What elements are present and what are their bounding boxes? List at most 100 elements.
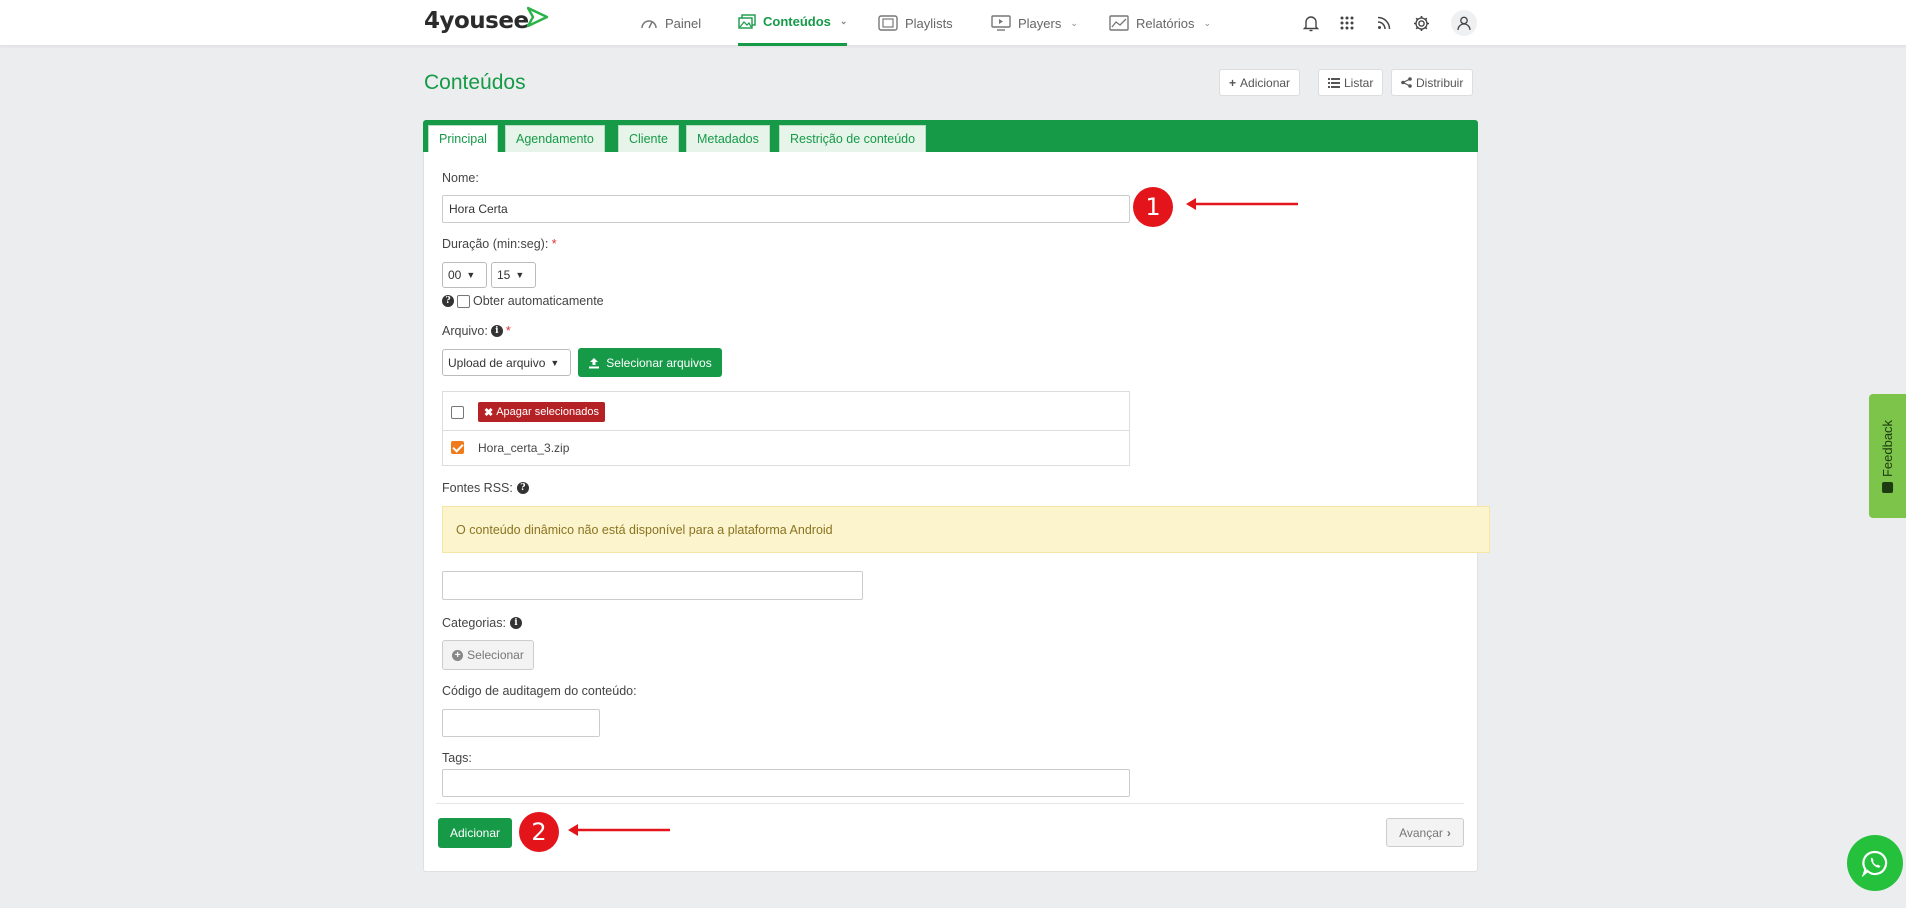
required-mark: * [551, 237, 557, 251]
chevron-down-icon: ▼ [550, 357, 560, 368]
file-name: Hora_certa_3.zip [478, 441, 570, 455]
tab-agendamento[interactable]: Agendamento [505, 125, 605, 152]
delete-selected-label: Apagar selecionados [496, 406, 599, 418]
top-navbar: 4yousee Painel Conteúdos ⌄ Playlists Pla… [0, 0, 1906, 46]
file-label: Arquivo: i * [442, 324, 511, 338]
select-categories-button[interactable]: + Selecionar [442, 640, 534, 670]
annotation-arrow-2 [568, 824, 670, 836]
submit-add-button[interactable]: Adicionar [438, 818, 512, 848]
audit-code-input[interactable] [442, 709, 600, 737]
select-files-label: Selecionar arquivos [606, 355, 712, 370]
distribute-button[interactable]: Distribuir [1391, 69, 1474, 96]
user-icon[interactable] [1451, 10, 1477, 36]
nav-relatorios-label: Relatórios [1136, 15, 1195, 31]
categories-label: Categorias: i [442, 616, 522, 630]
logo-play-icon [526, 6, 549, 28]
tab-cliente[interactable]: Cliente [618, 125, 679, 152]
page-title: Conteúdos [424, 71, 526, 94]
required-mark: * [505, 324, 511, 338]
gauge-icon [641, 20, 657, 29]
share-icon [1401, 77, 1412, 88]
file-table: ✖ Apagar selecionados Hora_certa_3.zip [442, 391, 1130, 466]
next-button[interactable]: Avançar › [1386, 818, 1464, 847]
nav-painel-label: Painel [665, 15, 702, 31]
tab-principal[interactable]: Principal [428, 125, 498, 152]
images-icon [738, 14, 756, 29]
plus-icon: + [1229, 75, 1237, 90]
content-form-card [423, 120, 1478, 872]
android-warning-alert: O conteúdo dinâmico não está disponível … [442, 506, 1490, 553]
apps-grid-icon[interactable] [1337, 13, 1357, 33]
tags-label: Tags: [442, 751, 472, 765]
help-icon[interactable]: ? [516, 482, 529, 494]
gear-icon[interactable] [1411, 13, 1431, 33]
add-content-button[interactable]: + Adicionar [1219, 69, 1301, 96]
nav-players-label: Players [1018, 15, 1062, 31]
chevron-down-icon: ▼ [466, 270, 476, 280]
auto-duration-label: Obter automaticamente [473, 294, 604, 308]
file-row: Hora_certa_3.zip [443, 431, 1129, 465]
tab-metadados[interactable]: Metadados [686, 125, 770, 152]
whatsapp-chat-button[interactable] [1847, 835, 1903, 891]
divider [436, 803, 1464, 804]
nav-playlists[interactable]: Playlists [878, 0, 953, 46]
chevron-right-icon: › [1446, 825, 1451, 840]
tags-input[interactable] [442, 769, 1130, 797]
duration-label-text: Duração (min:seg): [442, 237, 549, 251]
distribute-label: Distribuir [1416, 75, 1464, 90]
list-icon [1328, 77, 1340, 88]
file-checkbox[interactable] [451, 441, 464, 454]
list-button[interactable]: Listar [1318, 69, 1384, 96]
add-content-label: Adicionar [1240, 75, 1291, 90]
annotation-arrow-1 [1186, 198, 1298, 210]
next-label: Avançar [1399, 825, 1443, 840]
whatsapp-icon [1861, 850, 1888, 877]
name-input[interactable]: Hora Certa [442, 195, 1130, 223]
auto-duration-row: ? Obter automaticamente [442, 294, 604, 308]
chevron-down-icon: ⌄ [839, 16, 848, 26]
rss-label: Fontes RSS: ? [442, 481, 529, 495]
chevron-down-icon: ⌄ [1070, 17, 1078, 28]
upload-icon [589, 357, 600, 368]
nav-players[interactable]: Players ⌄ [991, 0, 1078, 46]
auto-duration-checkbox[interactable] [457, 294, 470, 308]
chevron-down-icon: ▼ [515, 270, 525, 280]
file-source-value: Upload de arquivo [448, 355, 546, 370]
file-source-select[interactable]: Upload de arquivo ▼ [442, 349, 571, 376]
plus-circle-icon: + [452, 649, 464, 661]
nav-playlists-label: Playlists [905, 15, 953, 31]
audit-code-label: Código de auditagem do conteúdo: [442, 684, 637, 698]
nav-relatorios[interactable]: Relatórios ⌄ [1109, 0, 1211, 46]
tab-restricao[interactable]: Restrição de conteúdo [779, 125, 927, 152]
chart-icon [1109, 15, 1129, 31]
rss-input[interactable] [442, 571, 863, 600]
help-icon[interactable]: ? [442, 295, 454, 307]
info-icon[interactable]: i [509, 617, 522, 629]
feedback-tab[interactable]: Feedback [1869, 394, 1906, 518]
rss-label-text: Fontes RSS: [442, 481, 513, 495]
playlist-icon [878, 15, 898, 31]
nav-conteudos-label: Conteúdos [763, 14, 831, 29]
file-label-text: Arquivo: [442, 324, 488, 338]
smile-icon [1882, 481, 1893, 493]
name-label: Nome: [442, 171, 479, 185]
duration-seconds-select[interactable]: 15 ▼ [491, 262, 536, 288]
duration-label: Duração (min:seg): * [442, 237, 557, 251]
brand-logo[interactable]: 4yousee [424, 8, 529, 34]
duration-minutes-value: 00 [448, 268, 462, 282]
bell-icon[interactable] [1301, 13, 1321, 33]
rss-icon[interactable] [1374, 13, 1394, 33]
duration-minutes-select[interactable]: 00 ▼ [442, 262, 487, 288]
duration-seconds-value: 15 [497, 268, 511, 282]
select-categories-label: Selecionar [467, 648, 524, 662]
annotation-marker-1: 1 [1133, 187, 1173, 227]
info-icon[interactable]: i [490, 325, 503, 337]
nav-conteudos[interactable]: Conteúdos ⌄ [738, 0, 848, 46]
delete-selected-button[interactable]: ✖ Apagar selecionados [478, 402, 605, 422]
select-all-checkbox[interactable] [451, 406, 464, 419]
close-icon: ✖ [484, 406, 494, 419]
categories-label-text: Categorias: [442, 616, 506, 630]
chevron-down-icon: ⌄ [1203, 17, 1212, 28]
nav-painel[interactable]: Painel [640, 0, 701, 46]
select-files-button[interactable]: Selecionar arquivos [578, 348, 722, 377]
